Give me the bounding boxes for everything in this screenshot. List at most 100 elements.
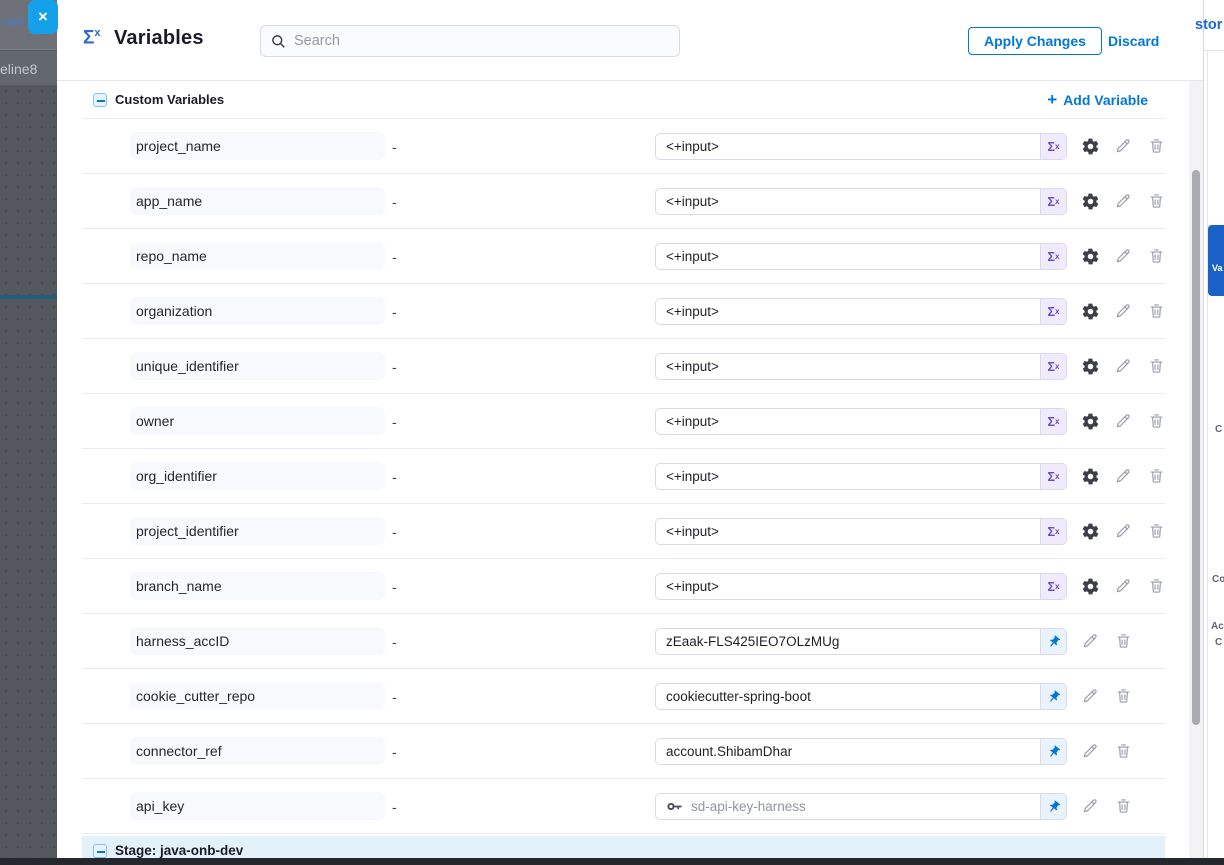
trash-icon: [1115, 687, 1132, 705]
runtime-input-sigma-icon[interactable]: Σx: [1040, 299, 1066, 324]
delete-button[interactable]: [1113, 793, 1133, 819]
runtime-input-sigma-icon[interactable]: Σx: [1040, 409, 1066, 434]
delete-button[interactable]: [1146, 188, 1166, 214]
settings-button[interactable]: [1080, 353, 1100, 379]
variable-value-input[interactable]: <+input> Σx: [655, 353, 1067, 380]
delete-button[interactable]: [1113, 683, 1133, 709]
variable-value-input[interactable]: <+input> Σx: [655, 243, 1067, 270]
pencil-icon: [1114, 247, 1132, 265]
variable-value-input[interactable]: cookiecutter-spring-boot: [655, 683, 1067, 710]
variable-row: connector_ref - account.ShibamDhar: [82, 724, 1165, 779]
delete-button[interactable]: [1146, 408, 1166, 434]
runtime-input-sigma-icon[interactable]: Σx: [1040, 574, 1066, 599]
settings-button[interactable]: [1080, 298, 1100, 324]
edit-button[interactable]: [1113, 518, 1133, 544]
variable-name: repo_name: [130, 242, 385, 270]
discard-button[interactable]: Discard: [1108, 33, 1159, 49]
delete-button[interactable]: [1146, 573, 1166, 599]
pin-icon[interactable]: [1040, 684, 1066, 709]
edit-button[interactable]: [1113, 243, 1133, 269]
pencil-icon: [1114, 412, 1132, 430]
delete-button[interactable]: [1113, 628, 1133, 654]
row-actions: [1080, 463, 1166, 489]
variable-value-input[interactable]: account.ShibamDhar: [655, 738, 1067, 765]
settings-button[interactable]: [1080, 463, 1100, 489]
edit-button[interactable]: [1113, 353, 1133, 379]
variable-value-input[interactable]: <+input> Σx: [655, 188, 1067, 215]
runtime-input-sigma-icon[interactable]: Σx: [1040, 244, 1066, 269]
variable-value: account.ShibamDhar: [656, 744, 1040, 759]
variable-type: -: [392, 738, 397, 766]
edit-button[interactable]: [1080, 683, 1100, 709]
edit-button[interactable]: [1113, 408, 1133, 434]
search-box[interactable]: [260, 25, 680, 57]
pin-icon[interactable]: [1040, 629, 1066, 654]
edit-button[interactable]: [1113, 573, 1133, 599]
pencil-icon: [1081, 632, 1099, 650]
variable-value: <+input>: [656, 469, 1040, 484]
variable-value-input[interactable]: <+input> Σx: [655, 573, 1067, 600]
runtime-input-sigma-icon[interactable]: Σx: [1040, 519, 1066, 544]
variable-value-input[interactable]: <+input> Σx: [655, 133, 1067, 160]
collapse-minus-icon[interactable]: [93, 844, 107, 858]
delete-button[interactable]: [1146, 463, 1166, 489]
variable-value-input[interactable]: <+input> Σx: [655, 518, 1067, 545]
trash-icon: [1148, 137, 1165, 155]
pencil-icon: [1114, 137, 1132, 155]
add-variable-button[interactable]: + Add Variable: [1047, 92, 1148, 108]
edit-button[interactable]: [1113, 133, 1133, 159]
variable-value: <+input>: [656, 194, 1040, 209]
runtime-input-sigma-icon[interactable]: Σx: [1040, 464, 1066, 489]
settings-button[interactable]: [1080, 573, 1100, 599]
custom-variables-section-header: Custom Variables + Add Variable: [57, 81, 1203, 118]
pin-icon[interactable]: [1040, 739, 1066, 764]
variable-name: harness_accID: [130, 627, 385, 655]
settings-button[interactable]: [1080, 518, 1100, 544]
close-button[interactable]: ×: [28, 0, 58, 34]
pipeline-canvas: [0, 85, 57, 865]
bottom-edge: [0, 858, 1224, 865]
delete-button[interactable]: [1146, 298, 1166, 324]
variable-value: cookiecutter-spring-boot: [656, 689, 1040, 704]
scrollbar-thumb[interactable]: [1192, 170, 1200, 725]
delete-button[interactable]: [1146, 518, 1166, 544]
variable-value-input[interactable]: sd-api-key-harness: [655, 793, 1067, 820]
variable-value-input[interactable]: <+input> Σx: [655, 298, 1067, 325]
key-icon: [666, 798, 683, 815]
delete-button[interactable]: [1113, 738, 1133, 764]
edit-button[interactable]: [1113, 298, 1133, 324]
settings-button[interactable]: [1080, 243, 1100, 269]
variable-row: owner - <+input> Σx: [82, 394, 1165, 449]
trash-icon: [1115, 797, 1132, 815]
variable-value: <+input>: [656, 304, 1040, 319]
settings-button[interactable]: [1080, 188, 1100, 214]
apply-changes-button[interactable]: Apply Changes: [968, 27, 1102, 55]
collapse-minus-icon[interactable]: [93, 93, 107, 107]
edit-button[interactable]: [1113, 188, 1133, 214]
variable-value-input[interactable]: <+input> Σx: [655, 408, 1067, 435]
variable-type: -: [392, 188, 397, 216]
edit-button[interactable]: [1080, 793, 1100, 819]
settings-button[interactable]: [1080, 133, 1100, 159]
scrollbar-track[interactable]: [1189, 81, 1203, 858]
runtime-input-sigma-icon[interactable]: Σx: [1040, 354, 1066, 379]
variable-row: app_name - <+input> Σx: [82, 174, 1165, 229]
delete-button[interactable]: [1146, 243, 1166, 269]
delete-button[interactable]: [1146, 353, 1166, 379]
search-input[interactable]: [294, 33, 669, 49]
variable-name: org_identifier: [130, 462, 385, 490]
runtime-input-sigma-icon[interactable]: Σx: [1040, 134, 1066, 159]
runtime-input-sigma-icon[interactable]: Σx: [1040, 189, 1066, 214]
variable-value-input[interactable]: <+input> Σx: [655, 463, 1067, 490]
edit-button[interactable]: [1080, 738, 1100, 764]
trash-icon: [1148, 302, 1165, 320]
right-nav-active-tab[interactable]: Va: [1208, 225, 1224, 296]
edit-button[interactable]: [1113, 463, 1133, 489]
variable-value-input[interactable]: zEaak-FLS425IEO7OLzMUg: [655, 628, 1067, 655]
right-label-fragment: Ac: [1211, 621, 1224, 632]
pin-icon[interactable]: [1040, 794, 1066, 819]
settings-button[interactable]: [1080, 408, 1100, 434]
delete-button[interactable]: [1146, 133, 1166, 159]
edit-button[interactable]: [1080, 628, 1100, 654]
panel-header: Σx Variables Apply Changes Discard: [57, 0, 1203, 81]
